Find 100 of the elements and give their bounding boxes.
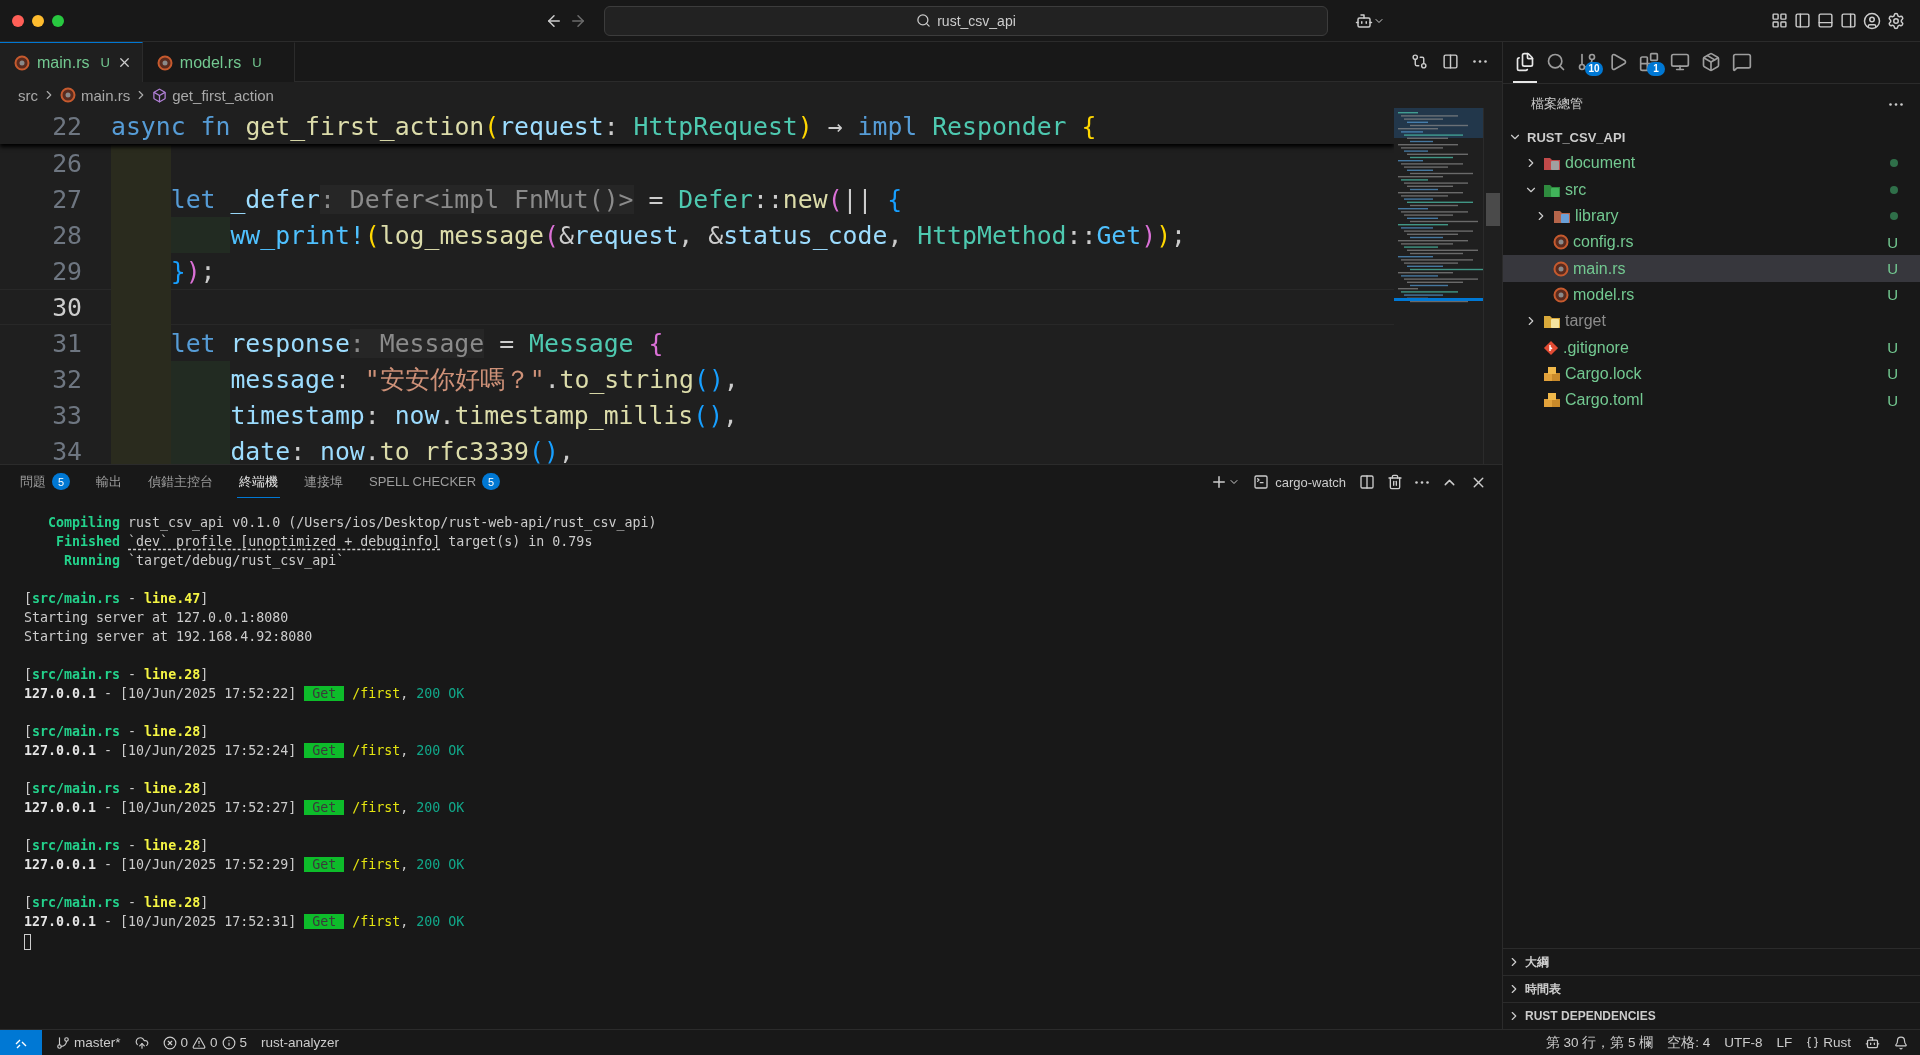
- scrollbar-thumb[interactable]: [1486, 193, 1500, 226]
- terminal-selector[interactable]: cargo-watch: [1249, 472, 1350, 492]
- line-number: 28: [51, 220, 82, 250]
- more-icon: [1473, 60, 1487, 63]
- sidebar-section[interactable]: 大綱: [1503, 948, 1920, 975]
- tree-item[interactable]: Cargo.lock U: [1503, 360, 1920, 387]
- panel-tab[interactable]: 連接埠: [302, 466, 345, 498]
- close-light[interactable]: [12, 14, 24, 27]
- line-number: 34: [51, 436, 82, 464]
- terminal-line: 127.0.0.1 - [10/Jun/2025 17:52:22] Get /first, 200 OK: [24, 685, 466, 703]
- branch-status[interactable]: master*: [56, 1035, 121, 1050]
- terminal-line: 127.0.0.1 - [10/Jun/2025 17:52:24] Get /first, 200 OK: [24, 742, 466, 760]
- terminal-line: 127.0.0.1 - [10/Jun/2025 17:52:27] Get /first, 200 OK: [24, 799, 466, 817]
- panel-tab[interactable]: 終端機: [237, 466, 280, 498]
- terminal-line: Starting server at 192.168.4.92:8080: [24, 628, 314, 646]
- command-center[interactable]: rust_csv_api: [604, 5, 1328, 36]
- copilot-icon[interactable]: [1865, 1035, 1880, 1050]
- warning-icon: [192, 1035, 207, 1050]
- sidebar-section[interactable]: 時間表: [1503, 975, 1920, 1002]
- terminal-line: [src/main.rs - line.28]: [24, 837, 210, 855]
- breadcrumb-item[interactable]: main.rs: [60, 86, 131, 104]
- columns-icon: [1359, 474, 1375, 490]
- grid-icon: [1771, 12, 1788, 29]
- editor-tab[interactable]: main.rs U: [0, 42, 143, 82]
- tree-item[interactable]: Cargo.toml U: [1503, 386, 1920, 414]
- tree-item[interactable]: model.rs U: [1503, 281, 1920, 309]
- terminal-icon: [1253, 474, 1270, 490]
- zoom-light[interactable]: [52, 14, 64, 27]
- tree-root[interactable]: RUST_CSV_API: [1503, 124, 1920, 151]
- terminal-line: [src/main.rs - line.28]: [24, 723, 210, 741]
- minimize-light[interactable]: [32, 14, 44, 27]
- language-server-status[interactable]: rust-analyzer: [261, 1035, 340, 1050]
- tree-item[interactable]: document: [1503, 150, 1920, 177]
- folder-icon: [1543, 313, 1561, 330]
- chat-icon: [1732, 51, 1752, 72]
- panel-tab[interactable]: 偵錯主控台: [146, 466, 215, 498]
- cloud-icon[interactable]: [134, 1035, 149, 1050]
- git-status-label: U: [252, 55, 262, 70]
- problems-status[interactable]: 0 0 5: [162, 1035, 248, 1050]
- boxes-icon: [1543, 365, 1561, 382]
- panel-bottom-icon: [1817, 12, 1834, 29]
- tree-item[interactable]: target: [1503, 308, 1920, 335]
- count-badge: 5: [52, 473, 70, 490]
- line-number: 22: [51, 111, 82, 141]
- panel-tab[interactable]: 問題 5: [18, 466, 72, 498]
- line-number: 31: [51, 328, 82, 358]
- tree-item[interactable]: library: [1503, 202, 1920, 230]
- code-line: date: now.to_rfc3339(),: [111, 433, 574, 464]
- line-number: 26: [51, 148, 82, 178]
- monitor-icon: [1670, 51, 1690, 72]
- line-number: 30: [51, 292, 82, 322]
- line-number: 27: [51, 184, 82, 214]
- terminal-line: [src/main.rs - line.28]: [24, 666, 210, 684]
- panel-left-icon: [1794, 12, 1811, 29]
- more-icon: [1415, 480, 1429, 484]
- gear-file-icon: [1553, 286, 1569, 303]
- columns-icon: [1442, 53, 1459, 70]
- count-badge: 5: [482, 473, 501, 490]
- sidebar-section[interactable]: RUST DEPENDENCIES: [1503, 1002, 1920, 1029]
- sidebar-title: 檔案總管: [1531, 95, 1584, 113]
- line-number: 32: [51, 364, 82, 394]
- git-status-label: U: [1887, 233, 1898, 251]
- account-icon: [1863, 11, 1881, 30]
- command-center-text: rust_csv_api: [937, 12, 1016, 29]
- gear-file-icon: [156, 54, 173, 71]
- terminal-line: Running `target/debug/rust_csv_api`: [63, 552, 346, 570]
- panel-tab[interactable]: 輸出: [94, 466, 124, 498]
- encoding-status[interactable]: UTF-8: [1724, 1035, 1763, 1050]
- git-status-label: U: [100, 55, 110, 70]
- tree-item[interactable]: .gitignore U: [1503, 334, 1920, 361]
- robot-icon: [1355, 11, 1373, 30]
- bell-icon[interactable]: [1894, 1035, 1908, 1050]
- code-line: let response: Message = Message {: [111, 325, 664, 361]
- count-badge: 10: [1585, 61, 1603, 76]
- terminal-line: [src/main.rs - line.28]: [24, 780, 210, 798]
- more-button[interactable]: [1470, 57, 1490, 66]
- error-icon: [162, 1035, 177, 1050]
- indentation-status[interactable]: 空格: 4: [1667, 1033, 1711, 1052]
- more-icon: [1889, 102, 1903, 106]
- line-ending-status[interactable]: LF: [1776, 1035, 1793, 1050]
- editor-tab[interactable]: model.rs U: [142, 42, 295, 82]
- files-icon: [1515, 51, 1535, 72]
- gear-file-icon: [14, 54, 30, 71]
- info-count: 5: [239, 1035, 248, 1050]
- braces-icon: [1806, 1036, 1820, 1049]
- git-status-label: U: [1887, 260, 1898, 278]
- terminal-line: Finished `dev` profile [unoptimized + debuginfo] target(s) in 0.79s: [55, 533, 594, 551]
- tree-item[interactable]: main.rs U: [1503, 255, 1920, 282]
- breadcrumb-item[interactable]: get_first_action: [152, 86, 274, 104]
- tree-item[interactable]: src: [1503, 176, 1920, 203]
- gear-file-icon: [1553, 260, 1569, 277]
- settings-icon: [1887, 11, 1905, 30]
- breadcrumb-item[interactable]: src: [18, 86, 38, 104]
- cursor-position[interactable]: 第 30 行，第 5 欄: [1545, 1033, 1654, 1052]
- error-count: 0: [180, 1035, 189, 1050]
- trash-icon: [1387, 474, 1403, 490]
- terminal-line: [src/main.rs - line.47]: [24, 590, 210, 608]
- language-mode[interactable]: Rust: [1806, 1035, 1851, 1050]
- panel-tab[interactable]: SPELL CHECKER 5: [367, 467, 503, 497]
- tree-item[interactable]: config.rs U: [1503, 229, 1920, 256]
